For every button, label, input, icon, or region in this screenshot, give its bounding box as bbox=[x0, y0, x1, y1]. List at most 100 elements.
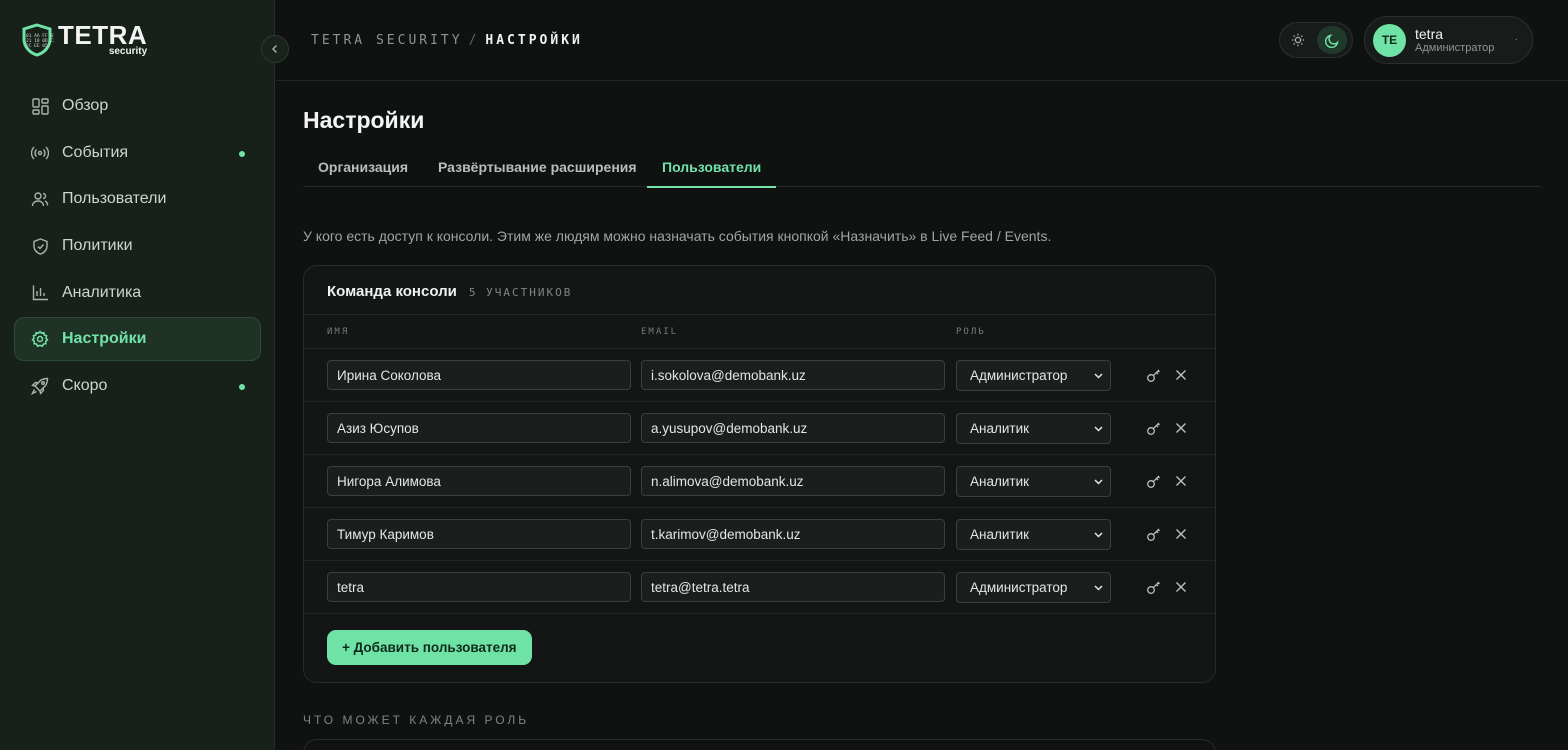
name-field[interactable] bbox=[327, 360, 631, 390]
sidebar-item-settings[interactable]: Настройки bbox=[14, 317, 261, 362]
console-team-card: Команда консоли 5 УЧАСТНИКОВ ИМЯ EMAIL Р… bbox=[303, 265, 1216, 683]
email-field[interactable] bbox=[641, 413, 945, 443]
user-menu[interactable]: TE tetra Администратор · bbox=[1364, 16, 1533, 64]
name-field[interactable] bbox=[327, 413, 631, 443]
remove-user-button[interactable] bbox=[1173, 473, 1189, 489]
sidebar-item-users[interactable]: Пользователи bbox=[14, 177, 261, 221]
role-select[interactable]: Администратор bbox=[956, 360, 1111, 391]
breadcrumb-root[interactable]: TETRA SECURITY bbox=[311, 33, 463, 48]
member-count: 5 УЧАСТНИКОВ bbox=[468, 286, 573, 299]
svg-text:2C EE 05: 2C EE 05 bbox=[26, 43, 48, 49]
user-name: tetra bbox=[1415, 25, 1444, 42]
sidebar-item-label: Настройки bbox=[62, 330, 147, 348]
chevron-down-icon bbox=[1094, 426, 1103, 432]
remove-user-button[interactable] bbox=[1173, 420, 1189, 436]
sidebar-item-label: Аналитика bbox=[62, 283, 142, 301]
chevron-left-icon bbox=[272, 45, 277, 53]
tab-users[interactable]: Пользователи bbox=[646, 159, 777, 188]
reset-access-button[interactable] bbox=[1145, 420, 1161, 436]
sidebar-item-label: Скоро bbox=[62, 377, 108, 395]
remove-user-button[interactable] bbox=[1173, 526, 1189, 542]
close-icon bbox=[1176, 476, 1186, 486]
avatar: TE bbox=[1373, 23, 1406, 57]
email-field[interactable] bbox=[641, 572, 945, 602]
add-user-button[interactable]: + Добавить пользователя bbox=[327, 630, 532, 665]
dark-theme-option[interactable] bbox=[1317, 26, 1347, 54]
column-header-role: РОЛЬ bbox=[956, 327, 986, 337]
chevron-down-icon bbox=[1094, 532, 1103, 538]
tab-organization[interactable]: Организация bbox=[318, 159, 408, 187]
sidebar-item-policies[interactable]: Политики bbox=[14, 224, 261, 268]
breadcrumb-separator: / bbox=[468, 33, 480, 48]
role-select-value: Администратор bbox=[970, 580, 1068, 595]
column-header-email: EMAIL bbox=[641, 327, 679, 337]
gear-icon bbox=[31, 330, 49, 348]
chevron-down-icon bbox=[1094, 585, 1103, 591]
remove-user-button[interactable] bbox=[1173, 367, 1189, 383]
tetra-logo[interactable]: 01 AA FF 01 21 18 0D C3 2C EE 05 TETRA s… bbox=[20, 22, 147, 57]
table-row: Аналитик bbox=[304, 402, 1215, 455]
close-icon bbox=[1176, 529, 1186, 539]
shield-logo-icon: 01 AA FF 01 21 18 0D C3 2C EE 05 bbox=[22, 22, 54, 57]
role-select[interactable]: Аналитик bbox=[956, 519, 1111, 550]
notification-dot bbox=[239, 384, 245, 391]
role-select-value: Аналитик bbox=[970, 421, 1030, 436]
remove-user-button[interactable] bbox=[1173, 579, 1189, 595]
page-title: Настройки bbox=[303, 107, 425, 133]
sidebar-item-soon[interactable]: Скоро bbox=[14, 364, 261, 408]
sidebar-item-events[interactable]: События bbox=[14, 131, 261, 175]
reset-access-button[interactable] bbox=[1145, 367, 1161, 383]
key-icon bbox=[1146, 475, 1160, 488]
name-field[interactable] bbox=[327, 572, 631, 602]
card-title: Команда консоли bbox=[327, 283, 457, 300]
key-icon bbox=[1146, 528, 1160, 541]
logo-subtitle: security bbox=[108, 46, 148, 57]
email-field[interactable] bbox=[641, 360, 945, 390]
email-field[interactable] bbox=[641, 519, 945, 549]
reset-access-button[interactable] bbox=[1145, 526, 1161, 542]
breadcrumb: TETRA SECURITY / НАСТРОЙКИ bbox=[311, 33, 583, 48]
shield-icon bbox=[31, 237, 49, 255]
theme-toggle[interactable] bbox=[1279, 22, 1353, 58]
sidebar-item-overview[interactable]: Обзор bbox=[14, 84, 261, 128]
rocket-icon bbox=[31, 377, 49, 396]
users-icon bbox=[31, 190, 49, 208]
tab-extension-deployment[interactable]: Развёртывание расширения bbox=[438, 159, 637, 187]
user-role: Администратор bbox=[1415, 41, 1495, 54]
grid-icon bbox=[31, 97, 49, 115]
logo-wordmark: TETRA bbox=[58, 20, 148, 50]
bar-chart-icon bbox=[31, 284, 49, 302]
user-menu-indicator: · bbox=[1514, 34, 1518, 45]
role-select-value: Администратор bbox=[970, 368, 1068, 383]
users-intro-text: У кого есть доступ к консоли. Этим же лю… bbox=[303, 228, 1052, 244]
role-select-value: Аналитик bbox=[970, 474, 1030, 489]
top-header: TETRA SECURITY / НАСТРОЙКИ TE tetra Админи… bbox=[276, 0, 1568, 81]
name-field[interactable] bbox=[327, 519, 631, 549]
notification-dot bbox=[239, 150, 245, 157]
email-field[interactable] bbox=[641, 466, 945, 496]
table-row: Аналитик bbox=[304, 455, 1215, 508]
sidebar-item-label: Пользователи bbox=[62, 190, 167, 208]
column-header-name: ИМЯ bbox=[327, 327, 350, 337]
role-select[interactable]: Аналитик bbox=[956, 466, 1111, 497]
role-select[interactable]: Администратор bbox=[956, 572, 1111, 603]
reset-access-button[interactable] bbox=[1145, 473, 1161, 489]
sidebar: 01 AA FF 01 21 18 0D C3 2C EE 05 TETRA s… bbox=[0, 0, 275, 750]
roles-card bbox=[303, 739, 1216, 750]
role-select[interactable]: Аналитик bbox=[956, 413, 1111, 444]
light-theme-option[interactable] bbox=[1283, 26, 1313, 54]
collapse-sidebar-button[interactable] bbox=[261, 35, 289, 63]
table-row: Аналитик bbox=[304, 508, 1215, 561]
sidebar-item-label: Обзор bbox=[62, 97, 109, 114]
key-icon bbox=[1146, 581, 1160, 594]
role-select-value: Аналитик bbox=[970, 527, 1030, 542]
sidebar-item-label: События bbox=[62, 143, 129, 161]
chevron-down-icon bbox=[1094, 373, 1103, 379]
name-field[interactable] bbox=[327, 466, 631, 496]
table-header: ИМЯ EMAIL РОЛЬ bbox=[304, 314, 1215, 349]
roles-section-label: ЧТО МОЖЕТ КАЖДАЯ РОЛЬ bbox=[303, 713, 530, 727]
table-row: Администратор bbox=[304, 349, 1215, 402]
sidebar-item-label: Политики bbox=[62, 237, 133, 255]
sidebar-item-analytics[interactable]: Аналитика bbox=[14, 271, 261, 315]
reset-access-button[interactable] bbox=[1145, 579, 1161, 595]
